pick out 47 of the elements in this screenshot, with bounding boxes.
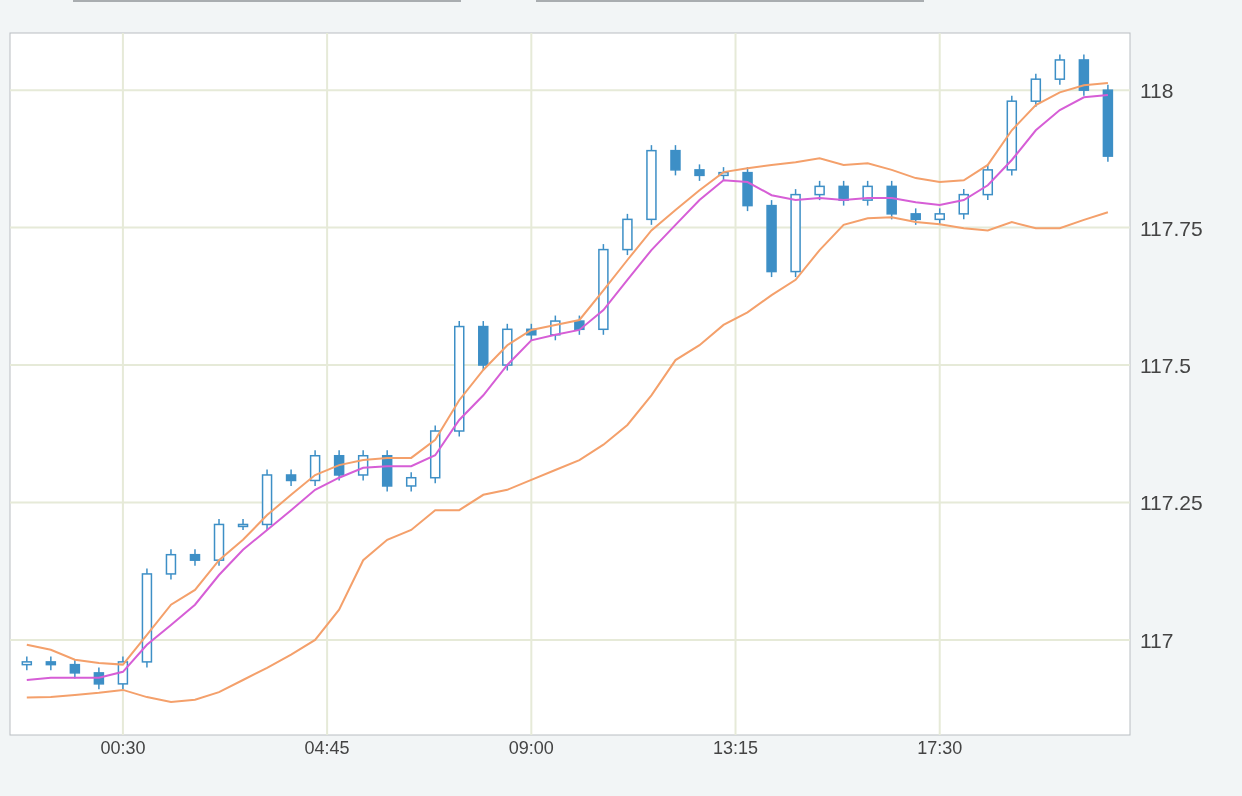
candlestick bbox=[622, 213, 633, 256]
candlestick bbox=[93, 666, 105, 691]
candlestick bbox=[1078, 53, 1090, 97]
candlestick bbox=[838, 180, 849, 207]
candlestick bbox=[213, 518, 225, 567]
candlestick bbox=[550, 314, 561, 342]
y-axis-label: 117.5 bbox=[1140, 354, 1191, 378]
candlestick bbox=[886, 180, 897, 221]
candlestick bbox=[502, 323, 513, 372]
candlestick bbox=[526, 323, 537, 342]
candlestick bbox=[333, 449, 345, 482]
candlestick bbox=[670, 144, 681, 177]
candlestick bbox=[285, 468, 297, 487]
candlestick bbox=[982, 163, 994, 201]
candlestick bbox=[1054, 53, 1066, 86]
candlestick bbox=[694, 163, 705, 182]
candlestick bbox=[189, 548, 201, 567]
x-axis-label: 04:45 bbox=[304, 738, 350, 758]
candlestick bbox=[574, 314, 585, 336]
candlestick bbox=[405, 471, 417, 493]
x-axis-label: 09:00 bbox=[508, 738, 554, 758]
y-axis-label: 117 bbox=[1140, 628, 1174, 652]
candlestick bbox=[237, 518, 249, 531]
candlestick bbox=[21, 655, 33, 671]
x-axis-label: 13:15 bbox=[713, 738, 759, 758]
candlestick bbox=[958, 188, 969, 221]
candlestick bbox=[357, 449, 369, 482]
y-axis-label: 118 bbox=[1140, 79, 1174, 103]
y-axis-label: 117.25 bbox=[1140, 491, 1203, 515]
candlestick bbox=[934, 207, 945, 226]
candlestick bbox=[814, 180, 825, 201]
candlestick bbox=[165, 548, 177, 581]
candlestick bbox=[117, 655, 129, 691]
candlestick bbox=[910, 207, 921, 226]
candlestick bbox=[45, 655, 57, 671]
candlestick bbox=[69, 658, 81, 680]
candlestick bbox=[1030, 72, 1042, 108]
y-axis-label: 117.75 bbox=[1140, 216, 1203, 240]
candlestick bbox=[430, 424, 441, 484]
candlestick bbox=[718, 166, 729, 182]
candlestick bbox=[862, 180, 873, 207]
candlestick bbox=[742, 166, 753, 212]
candlestick bbox=[261, 468, 273, 531]
candlestick bbox=[309, 449, 321, 487]
x-axis-label: 17:30 bbox=[917, 738, 963, 758]
candlestick bbox=[381, 449, 393, 493]
x-axis-label: 00:30 bbox=[100, 738, 146, 758]
